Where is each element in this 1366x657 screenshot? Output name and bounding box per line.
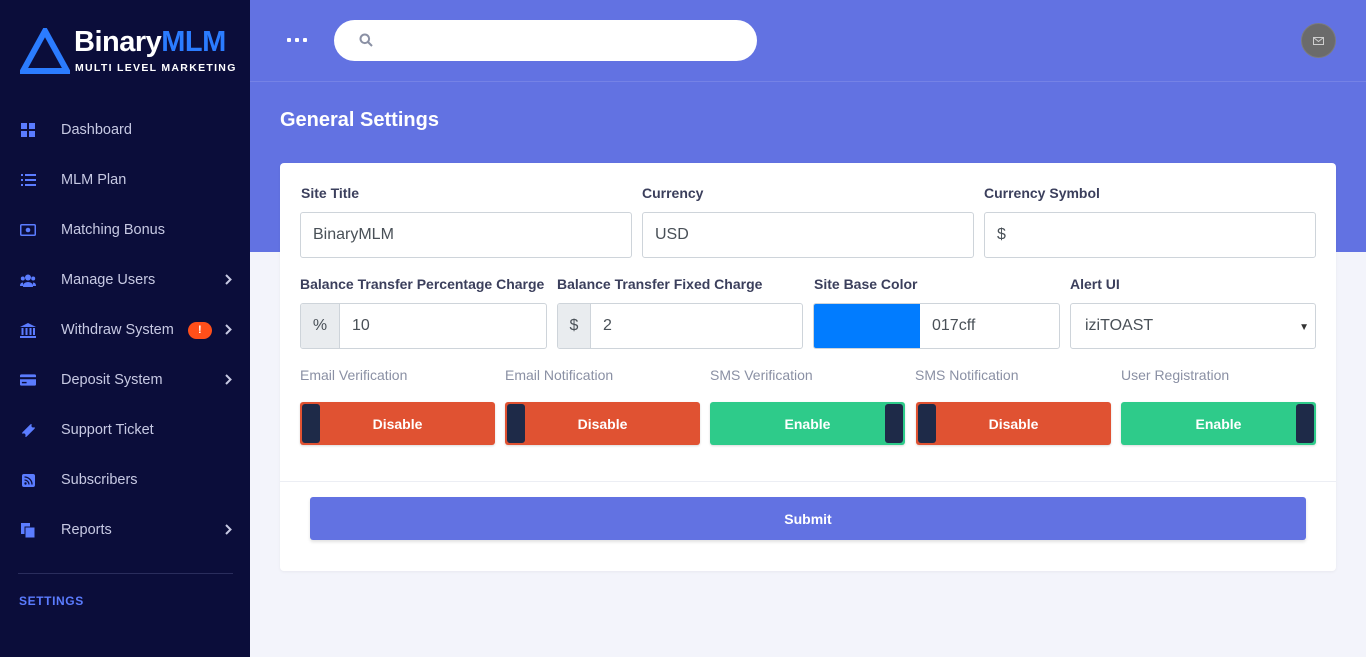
toggle-knob — [885, 404, 903, 443]
toggle-state: Enable — [784, 415, 831, 432]
bt-fixed-label: Balance Transfer Fixed Charge — [557, 276, 763, 292]
credit-card-icon — [20, 372, 36, 388]
toggle-knob — [1296, 404, 1314, 443]
alert-ui-select[interactable]: iziTOAST ▼ — [1070, 303, 1316, 349]
sms-verification-label: SMS Verification — [710, 367, 813, 383]
bt-percent-input[interactable]: 10 — [340, 304, 370, 348]
dot-icon — [287, 38, 291, 42]
sidebar-item-dashboard[interactable]: Dashboard — [0, 105, 250, 155]
toggle-knob — [507, 404, 525, 443]
email-verification-toggle[interactable]: Disable — [300, 402, 495, 445]
color-picker-swatch[interactable] — [814, 304, 920, 348]
percent-addon: % — [301, 304, 340, 348]
dropdown-caret-icon: ▼ — [1299, 322, 1309, 333]
dollar-addon: $ — [558, 304, 591, 348]
sidebar-item-deposit-system[interactable]: Deposit System — [0, 355, 250, 405]
sms-notification-label: SMS Notification — [915, 367, 1019, 383]
user-registration-label: User Registration — [1121, 367, 1230, 383]
toggle-knob — [302, 404, 320, 443]
brand-tagline: MULTI LEVEL MARKETING — [75, 62, 237, 74]
chevron-right-icon — [225, 274, 232, 285]
email-notification-label: Email Notification — [505, 367, 614, 383]
submit-button[interactable]: Submit — [310, 497, 1306, 540]
toggle-state: Enable — [1195, 415, 1242, 432]
bt-fixed-input[interactable]: 2 — [591, 304, 612, 348]
sidebar-item-label: Manage Users — [61, 272, 156, 288]
bt-fixed-field: $ 2 — [557, 303, 803, 349]
email-notification-toggle[interactable]: Disable — [505, 402, 700, 445]
bt-percent-label: Balance Transfer Percentage Charge — [300, 276, 545, 292]
sidebar-item-matching-bonus[interactable]: Matching Bonus — [0, 205, 250, 255]
bt-percent-field: % 10 — [300, 303, 547, 349]
base-color-field: 017cff — [813, 303, 1060, 349]
sidebar-item-label: Deposit System — [61, 372, 163, 388]
search-bar — [334, 20, 757, 61]
currency-label: Currency — [642, 185, 704, 201]
sidebar-section-heading: SETTINGS — [19, 594, 84, 608]
alert-badge: ! — [187, 321, 212, 339]
sidebar-menu: Dashboard MLM Plan Matching Bonus Manage… — [0, 105, 250, 555]
ticket-icon — [20, 422, 36, 438]
sidebar-item-label: Dashboard — [61, 122, 132, 138]
currency-symbol-label: Currency Symbol — [984, 185, 1100, 201]
rss-icon — [20, 472, 36, 488]
user-registration-toggle[interactable]: Enable — [1121, 402, 1316, 445]
currency-input[interactable]: USD — [642, 212, 974, 258]
sidebar-item-mlm-plan[interactable]: MLM Plan — [0, 155, 250, 205]
sidebar-item-label: MLM Plan — [61, 172, 127, 188]
sidebar-item-subscribers[interactable]: Subscribers — [0, 455, 250, 505]
currency-symbol-input[interactable]: $ — [984, 212, 1316, 258]
bank-icon — [20, 322, 36, 338]
money-icon — [20, 222, 36, 238]
sms-notification-toggle[interactable]: Disable — [916, 402, 1111, 445]
sms-verification-toggle[interactable]: Enable — [710, 402, 905, 445]
toggle-state: Disable — [577, 415, 628, 432]
alert-ui-value: iziTOAST — [1085, 317, 1154, 334]
logo-triangle-icon — [20, 28, 70, 74]
envelope-icon — [1313, 36, 1324, 45]
users-icon — [20, 272, 36, 288]
dashboard-icon — [20, 122, 36, 138]
list-icon — [20, 172, 36, 188]
menu-toggle-button[interactable] — [287, 32, 307, 48]
chevron-right-icon — [225, 374, 232, 385]
avatar[interactable] — [1301, 23, 1336, 58]
sidebar-item-support-ticket[interactable]: Support Ticket — [0, 405, 250, 455]
dot-icon — [303, 38, 307, 42]
chevron-right-icon — [225, 524, 232, 535]
reports-icon — [20, 522, 36, 538]
site-title-label: Site Title — [301, 185, 360, 201]
base-color-input[interactable]: 017cff — [920, 304, 975, 348]
toggle-state: Disable — [988, 415, 1039, 432]
brand-logo[interactable]: BinaryMLM MULTI LEVEL MARKETING — [20, 26, 240, 76]
sidebar-item-manage-users[interactable]: Manage Users — [0, 255, 250, 305]
sidebar-divider — [18, 573, 233, 574]
sidebar-item-reports[interactable]: Reports — [0, 505, 250, 555]
dot-icon — [295, 38, 299, 42]
sidebar-item-label: Support Ticket — [61, 422, 154, 438]
sidebar-item-label: Withdraw System — [61, 322, 174, 338]
sidebar-item-withdraw-system[interactable]: Withdraw System ! — [0, 305, 250, 355]
email-verification-label: Email Verification — [300, 367, 408, 383]
sidebar-item-label: Reports — [61, 522, 112, 538]
sidebar: BinaryMLM MULTI LEVEL MARKETING Dashboar… — [0, 0, 250, 657]
card-divider — [280, 481, 1336, 482]
chevron-right-icon — [225, 324, 232, 335]
toggle-knob — [918, 404, 936, 443]
page-title: General Settings — [280, 109, 439, 131]
search-input[interactable] — [384, 20, 744, 61]
alert-ui-label: Alert UI — [1070, 276, 1120, 292]
sidebar-item-label: Matching Bonus — [61, 222, 165, 238]
site-title-input[interactable]: BinaryMLM — [300, 212, 632, 258]
settings-card: Site Title BinaryMLM Currency USD Curren… — [280, 163, 1336, 571]
base-color-label: Site Base Color — [814, 276, 918, 292]
sidebar-item-label: Subscribers — [61, 472, 138, 488]
search-icon — [359, 33, 373, 47]
brand-name: BinaryMLM — [74, 26, 226, 58]
toggle-state: Disable — [372, 415, 423, 432]
